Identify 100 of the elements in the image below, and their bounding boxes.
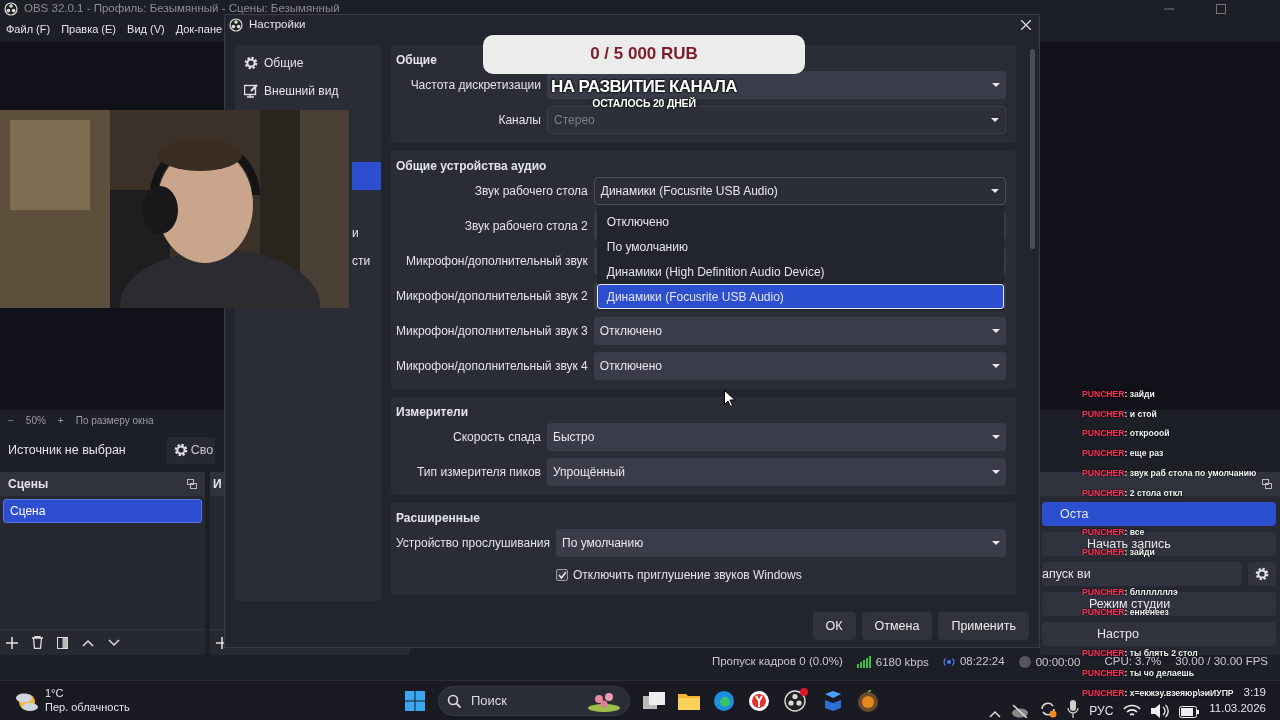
chat-message: PUNCHER: 2 стола откл: [1082, 488, 1183, 498]
language-indicator[interactable]: РУС: [1089, 704, 1114, 718]
field-label: Скорость спада: [452, 429, 541, 445]
checkbox-label: Отключить приглушение звуков Windows: [573, 567, 802, 583]
cursor-icon: [724, 390, 735, 407]
battery-icon[interactable]: [1179, 706, 1200, 718]
search-box[interactable]: Поиск: [438, 685, 630, 716]
float-icon[interactable]: [187, 479, 197, 489]
scene-item[interactable]: Сцена: [3, 499, 202, 524]
chat-message: PUNCHER: зайди: [1082, 547, 1155, 558]
up-icon[interactable]: [82, 638, 94, 647]
dropped-frames: Пропуск кадров 0 (0.0%): [711, 656, 843, 667]
wifi-icon[interactable]: [1123, 704, 1142, 718]
caret-icon: [992, 83, 1000, 87]
close-icon[interactable]: [1021, 20, 1031, 30]
sidebar-item[interactable]: сти: [352, 247, 381, 276]
dropdown[interactable]: Отключено: [593, 352, 1006, 380]
dropdown-option[interactable]: Динамики (Focusrite USB Audio): [596, 284, 1004, 310]
donation-goal: НА РАЗВИТИЕ КАНАЛА: [551, 77, 737, 97]
check-icon: [557, 571, 567, 579]
dialog-button[interactable]: Отмена: [861, 612, 933, 640]
folder-icon[interactable]: [678, 691, 700, 710]
settings-icon: [173, 443, 188, 457]
cloud-off-icon[interactable]: [1011, 704, 1030, 718]
search-icon: [447, 693, 461, 708]
checkbox[interactable]: [556, 569, 569, 581]
chat-message: PUNCHER: ты чо делаешь: [1082, 668, 1194, 679]
speaker-icon[interactable]: [1151, 704, 1170, 718]
properties-button[interactable]: Сво: [165, 436, 216, 464]
obs-app-icon[interactable]: [783, 687, 809, 714]
zoom-in-button[interactable]: +: [57, 415, 64, 427]
caret-icon: [992, 329, 1000, 333]
chat-message: PUNCHER: открооой: [1082, 428, 1170, 439]
dropdown[interactable]: Быстро: [547, 423, 1006, 451]
field-label: Микрофон/дополнительный звук: [405, 253, 588, 269]
obs-logo-icon: [229, 18, 243, 32]
monitor-icon: [244, 84, 258, 99]
dropdown[interactable]: [547, 71, 1006, 99]
dropdown[interactable]: Упрощённый: [547, 458, 1006, 486]
dialog-button[interactable]: ОК: [812, 612, 856, 640]
record-icon: [1018, 656, 1031, 668]
settings-icon: [1255, 567, 1269, 581]
zoom-out-button[interactable]: −: [8, 415, 14, 427]
fps: 30.00 / 30.00 FPS: [1175, 656, 1268, 667]
sidebar-item[interactable]: Внешний вид: [235, 77, 381, 106]
dropdown[interactable]: Динамики (Focusrite USB Audio): [593, 177, 1006, 205]
menu-item[interactable]: Файл (F): [6, 23, 51, 37]
fit-window-button[interactable]: По размеру окна: [75, 415, 154, 427]
trash-icon[interactable]: [32, 636, 43, 649]
task-view-icon[interactable]: [643, 691, 665, 710]
record-time: 00:00:00: [1035, 656, 1081, 668]
settings-button[interactable]: [1248, 562, 1276, 586]
dock-title: И: [213, 476, 222, 492]
maximize-icon[interactable]: [1216, 4, 1226, 14]
float-icon[interactable]: [1262, 479, 1272, 489]
start-icon[interactable]: [405, 690, 425, 711]
chat-message: PUNCHER: зайди: [1082, 389, 1155, 399]
section-title: Расширенные: [396, 509, 480, 527]
chat-message: PUNCHER: х=екжэу.взеяюр\эиИУПР: [1082, 687, 1234, 698]
down-icon[interactable]: [108, 638, 120, 647]
dropdown-option[interactable]: Динамики (High Definition Audio Device): [596, 259, 1004, 285]
live-icon: [942, 656, 955, 667]
chevron-up-icon[interactable]: [989, 710, 1002, 718]
field-label: Звук рабочего стола: [473, 183, 588, 199]
section-title: Общие: [396, 51, 437, 69]
window-title: OBS 32.0.1 - Профиль: Безымянный - Сцены: Безымянный: [24, 2, 340, 16]
fruit-icon[interactable]: [857, 689, 879, 712]
menu-item[interactable]: Док-пане: [175, 23, 223, 37]
sidebar-item[interactable]: и: [352, 218, 381, 248]
menu-item[interactable]: Вид (V): [127, 23, 165, 37]
browser-icon[interactable]: [713, 689, 735, 712]
obs-logo-icon: [4, 2, 18, 16]
dropdown[interactable]: По умолчанию: [556, 529, 1006, 557]
microphone-icon[interactable]: [1067, 700, 1080, 718]
menu-item[interactable]: Правка (E): [61, 23, 117, 37]
bitrate: 6180 kbps: [875, 656, 929, 668]
field-label: Микрофон/дополнительный звук 2: [396, 288, 588, 304]
cpu-usage: CPU: 3.7%: [1104, 656, 1162, 667]
control-button[interactable]: Оста: [1042, 502, 1276, 526]
dock-title: Сцены: [8, 476, 49, 492]
dropdown-option[interactable]: Отключено: [596, 210, 1004, 235]
filter-icon[interactable]: [57, 636, 68, 649]
sync-icon[interactable]: [1039, 700, 1058, 718]
app-icon[interactable]: [822, 689, 844, 712]
field-label: Тип измерителя пиков: [416, 464, 541, 480]
sidebar-item[interactable]: Общие: [235, 49, 381, 78]
add-icon[interactable]: [6, 636, 18, 649]
search-field[interactable]: Поиск: [469, 691, 579, 710]
field-label: Каналы: [497, 112, 541, 128]
chat-message: PUNCHER: еще раз: [1082, 448, 1164, 459]
dialog-button[interactable]: Применить: [938, 612, 1029, 640]
control-button[interactable]: Настро: [1042, 622, 1276, 646]
dropdown-option[interactable]: По умолчанию: [596, 234, 1004, 260]
dropdown[interactable]: Отключено: [593, 317, 1006, 345]
browser-icon[interactable]: [748, 689, 770, 712]
section-title: Измерители: [396, 403, 469, 421]
section-title: Общие устройства аудио: [396, 157, 547, 175]
control-button[interactable]: апуск ви: [1042, 562, 1242, 586]
caret-icon: [992, 470, 1000, 474]
weather-text: Пер. облачность: [45, 700, 130, 715]
